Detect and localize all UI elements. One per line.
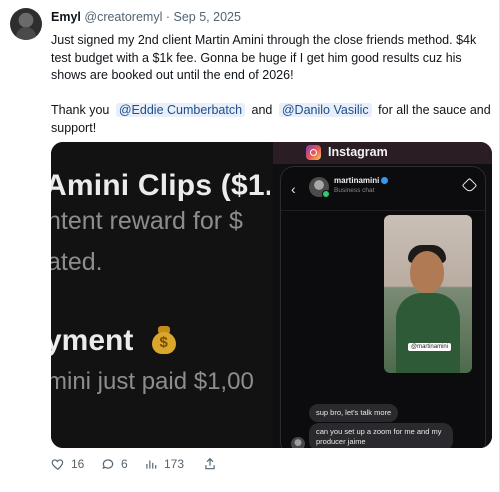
- left-image-text: yment: [51, 324, 134, 357]
- mention-link[interactable]: @Eddie Cumberbatch: [115, 103, 246, 117]
- left-image-text: Amini Clips ($1.5(: [51, 169, 270, 202]
- dm-username: martinamini: [334, 176, 389, 185]
- instagram-title: Instagram: [328, 145, 388, 159]
- tweet-post: Emyl @creatoremyl · Sep 5, 2025 Just sig…: [0, 0, 500, 492]
- video-message: @martinamini: [384, 215, 472, 373]
- action-bar: 16 6 173: [51, 455, 251, 473]
- dm-subtitle: Business chat: [334, 187, 375, 194]
- left-image-text: ated.: [51, 248, 103, 276]
- dm-screen: ‹ martinamini Business chat @martinamini…: [280, 166, 486, 448]
- verified-icon: [381, 177, 389, 184]
- instagram-icon: [306, 145, 321, 160]
- instagram-bar: Instagram: [273, 142, 492, 164]
- author-handle[interactable]: @creatoremyl: [84, 10, 162, 24]
- author-name[interactable]: Emyl: [51, 10, 81, 24]
- back-arrow-icon: ‹: [291, 181, 296, 197]
- header-separator: ·: [165, 10, 171, 24]
- post-text: Just signed my 2nd client Martin Amini t…: [51, 32, 491, 137]
- chat-bubble: sup bro, let's talk more: [309, 404, 399, 422]
- post-thanks-line: Thank you @Eddie Cumberbatch and @Danilo…: [51, 102, 491, 137]
- chat-bubble: can you set up a zoom for me and my prod…: [309, 423, 453, 448]
- left-image-text: ntent reward for $: [51, 207, 243, 235]
- tag-icon: [461, 177, 478, 194]
- thanks-and: and: [251, 103, 273, 117]
- avatar[interactable]: [10, 8, 42, 40]
- dm-avatar: [309, 177, 330, 198]
- thanks-prefix: Thank you: [51, 103, 110, 117]
- bar-chart-icon: [146, 460, 157, 469]
- share-icon: [205, 457, 215, 470]
- media-right-image[interactable]: Instagram ‹ martinamini Business chat @m…: [273, 142, 492, 448]
- media-left-image[interactable]: Amini Clips ($1.5( ntent reward for $ at…: [51, 142, 270, 448]
- share-button[interactable]: [203, 455, 223, 473]
- left-image-text: mini just paid $1,00: [51, 368, 254, 395]
- money-bag-icon: $: [150, 324, 178, 354]
- sender-avatar: [291, 437, 305, 448]
- like-button[interactable]: 16: [51, 455, 84, 473]
- comment-icon: [102, 459, 114, 470]
- reply-count: 6: [121, 457, 128, 471]
- views-button[interactable]: 173: [144, 455, 184, 473]
- post-header: Emyl @creatoremyl · Sep 5, 2025: [51, 10, 241, 24]
- mention-link[interactable]: @Danilo Vasilic: [278, 103, 372, 117]
- post-media[interactable]: Amini Clips ($1.5( ntent reward for $ at…: [51, 142, 492, 448]
- reply-button[interactable]: 6: [101, 455, 128, 473]
- post-text-line: Just signed my 2nd client Martin Amini t…: [51, 33, 477, 82]
- dm-header: ‹ martinamini Business chat: [281, 167, 485, 211]
- views-count: 173: [164, 457, 185, 471]
- video-label: @martinamini: [408, 343, 452, 351]
- heart-icon: [51, 459, 64, 470]
- left-image-text: yment $: [51, 324, 178, 358]
- like-count: 16: [71, 457, 85, 471]
- post-date[interactable]: Sep 5, 2025: [174, 10, 241, 24]
